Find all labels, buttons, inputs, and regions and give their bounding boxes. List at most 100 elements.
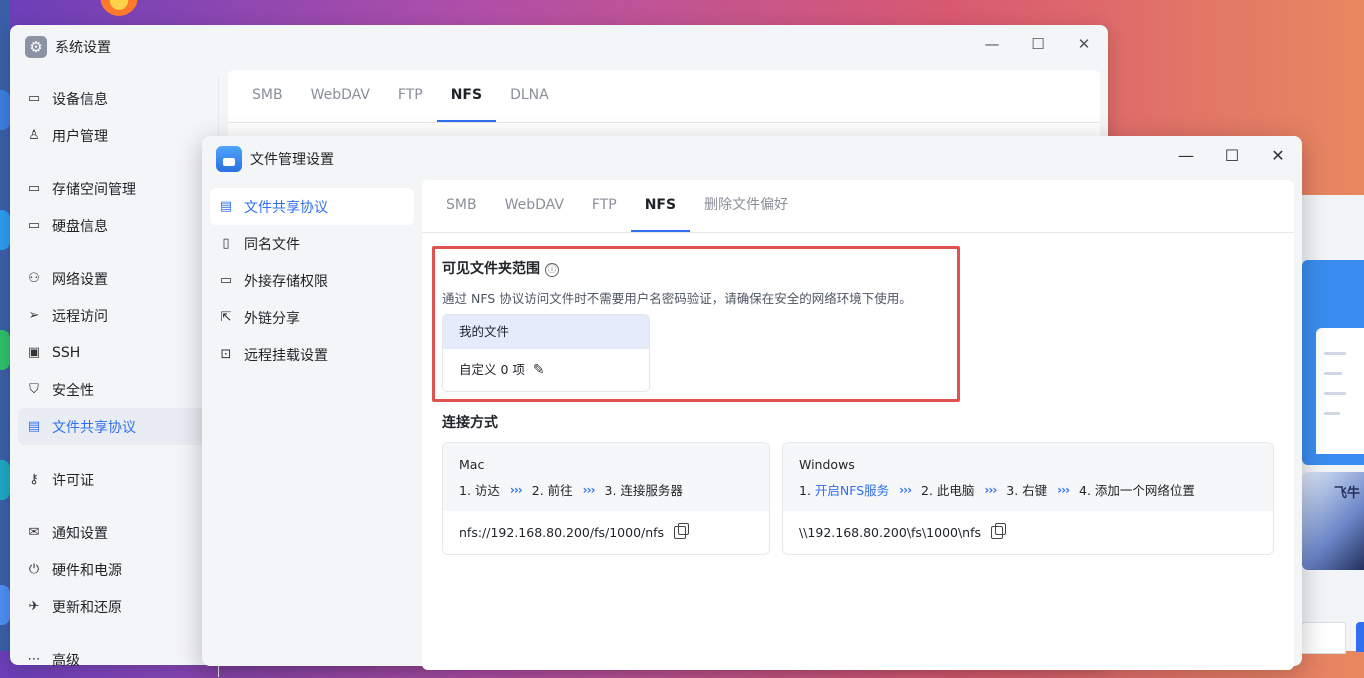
sidebar-item-users[interactable]: ♙ 用户管理: [18, 117, 213, 154]
arrow-icon: ›››: [582, 482, 596, 497]
sidebar-item-security[interactable]: ⛉ 安全性: [18, 371, 213, 408]
info-icon[interactable]: ⓘ: [545, 263, 559, 277]
key-icon: ⚷: [29, 472, 39, 487]
sidebar-item-advanced[interactable]: ⋯ 高级: [18, 641, 213, 678]
sidebar-item-label: 远程访问: [52, 308, 108, 325]
step: 1. 开启NFS服务: [799, 480, 889, 499]
preview-line: [1324, 352, 1346, 355]
sidebar-item-notifications[interactable]: ✉ 通知设置: [18, 514, 213, 551]
rocket-icon: ✈: [28, 599, 40, 614]
sidebar-item-label: 硬件和电源: [52, 562, 122, 579]
tab-webdav[interactable]: WebDAV: [297, 70, 384, 120]
minimize-button[interactable]: —: [980, 35, 1004, 53]
dock-app-icon[interactable]: [0, 330, 10, 370]
preview-line: [1324, 392, 1346, 395]
sidebar-item-label: 网络设置: [52, 271, 108, 288]
firefox-icon[interactable]: [100, 0, 138, 16]
connection-title: 连接方式: [442, 415, 498, 431]
close-button[interactable]: ✕: [1266, 146, 1290, 165]
sidebar-item-disk-info[interactable]: ▭ 硬盘信息: [18, 207, 213, 244]
window-titlebar: ⚙ 系统设置: [25, 35, 111, 59]
close-button[interactable]: ✕: [1072, 35, 1096, 53]
maximize-button[interactable]: ☐: [1220, 146, 1244, 165]
tab-nfs[interactable]: NFS: [436, 70, 497, 122]
preview-line: [1324, 372, 1342, 375]
sidebar-item-network[interactable]: ⚇ 网络设置: [18, 260, 213, 297]
sidebar-item-label: 文件共享协议: [244, 199, 328, 216]
edit-pencil-icon[interactable]: ✎: [533, 349, 545, 391]
sidebar-item-file-sharing[interactable]: ▤ 文件共享协议: [18, 408, 213, 445]
sidebar-item-license[interactable]: ⚷ 许可证: [18, 461, 213, 498]
sidebar-item-hardware-power[interactable]: ⏻ 硬件和电源: [18, 551, 213, 588]
sidebar-item-same-name-files[interactable]: ▯ 同名文件: [210, 225, 414, 262]
nfs-path: \\192.168.80.200\fs\1000\nfs: [799, 525, 982, 540]
arrow-icon: ›››: [984, 482, 997, 497]
sidebar-item-label: 文件共享协议: [52, 419, 136, 436]
tab-delete-preference[interactable]: 删除文件偏好: [690, 180, 802, 230]
sidebar-item-label: 外接存储权限: [244, 273, 328, 290]
dock-app-icon[interactable]: [0, 210, 10, 250]
terminal-icon: ▣: [27, 345, 41, 360]
background-banner: 飞牛: [1302, 472, 1364, 570]
os-name: Mac: [459, 457, 485, 472]
sidebar-item-file-sharing[interactable]: ▤ 文件共享协议: [210, 188, 414, 225]
window-title: 文件管理设置: [250, 152, 334, 168]
sidebar-item-label: 同名文件: [244, 236, 300, 253]
sidebar-item-storage[interactable]: ▭ 存储空间管理: [18, 170, 213, 207]
copy-icon[interactable]: [674, 523, 690, 539]
user-icon: ♙: [28, 128, 40, 143]
sidebar-item-ssh[interactable]: ▣ SSH: [18, 334, 213, 371]
enable-nfs-link[interactable]: 开启NFS服务: [815, 483, 889, 498]
mac-connection-card: Mac 1. 访达 ››› 2. 前往 ››› 3. 连接服务器 nfs://1…: [442, 442, 770, 555]
dock-app-icon[interactable]: [0, 90, 10, 130]
drive-icon: ▭: [27, 181, 41, 196]
copy-icon[interactable]: [991, 523, 1007, 539]
sidebar-item-label: 远程挂载设置: [244, 347, 328, 364]
sidebar-item-remote-mount[interactable]: ⊡ 远程挂载设置: [210, 336, 414, 373]
nfs-path: nfs://192.168.80.200/fs/1000/nfs: [459, 525, 665, 540]
folder-scope-card: 我的文件 自定义 0 项 ✎: [442, 314, 650, 392]
file-settings-content: SMB WebDAV FTP NFS 删除文件偏好 可见文件夹范围 ⓘ 通过 NF…: [422, 180, 1294, 670]
sidebar-item-label: 用户管理: [52, 128, 108, 145]
sidebar-item-label: 外链分享: [244, 310, 300, 327]
sidebar-item-external-storage[interactable]: ▭ 外接存储权限: [210, 262, 414, 299]
tab-webdav[interactable]: WebDAV: [491, 180, 578, 230]
sidebar-item-remote-access[interactable]: ➢ 远程访问: [18, 297, 213, 334]
send-icon: ➢: [28, 308, 40, 323]
window-titlebar: 文件管理设置: [216, 146, 334, 172]
window-controls: — ☐ ✕: [980, 35, 1096, 53]
sidebar-item-device-info[interactable]: ▭ 设备信息: [18, 80, 213, 117]
folder-card-header: 我的文件: [443, 315, 649, 349]
file-management-settings-window: 文件管理设置 — ☐ ✕ ▤ 文件共享协议 ▯ 同名文件 ▭ 外接存储权限 ⇱ 外链分享…: [202, 136, 1302, 670]
dock-app-icon[interactable]: [0, 460, 10, 500]
step: 2. 此电脑: [921, 483, 975, 498]
sidebar-item-label: SSH: [52, 344, 81, 361]
step: 3. 右键: [1006, 483, 1048, 498]
preview-line: [1324, 412, 1340, 415]
window-title: 系统设置: [55, 40, 111, 56]
security-description: 通过 NFS 协议访问文件时不需要用户名密码验证，请确保在安全的网络环境下使用。: [442, 291, 912, 306]
background-preview: [1316, 328, 1364, 454]
maximize-button[interactable]: ☐: [1026, 35, 1050, 53]
tab-dlna[interactable]: DLNA: [496, 70, 563, 120]
sidebar-item-update-restore[interactable]: ✈ 更新和还原: [18, 588, 213, 625]
minimize-button[interactable]: —: [1174, 146, 1198, 165]
dock-app-icon[interactable]: [0, 585, 10, 625]
tab-nfs[interactable]: NFS: [630, 180, 691, 232]
step: 3. 连接服务器: [604, 483, 683, 498]
tab-ftp[interactable]: FTP: [578, 180, 631, 230]
tab-smb[interactable]: SMB: [432, 180, 491, 230]
document-icon: ▤: [27, 419, 41, 434]
mac-path-row: nfs://192.168.80.200/fs/1000/nfs: [443, 511, 769, 554]
tab-ftp[interactable]: FTP: [384, 70, 437, 120]
step: 2. 前往: [531, 483, 573, 498]
arrow-icon: ›››: [509, 482, 523, 497]
mail-icon: ✉: [28, 525, 40, 540]
sidebar-item-link-sharing[interactable]: ⇱ 外链分享: [210, 299, 414, 336]
step: 1. 访达: [459, 483, 500, 498]
window-controls: — ☐ ✕: [1174, 146, 1290, 165]
mount-icon: ⊡: [220, 347, 232, 362]
settings-sidebar: ▭ 设备信息 ♙ 用户管理 ▭ 存储空间管理 ▭ 硬盘信息 ⚇ 网络设置 ➢ 远程访问 ▣ S…: [18, 80, 213, 678]
windows-connection-card: Windows 1. 开启NFS服务 ››› 2. 此电脑 ››› 3. 右键 …: [782, 442, 1274, 555]
tab-smb[interactable]: SMB: [238, 70, 297, 120]
